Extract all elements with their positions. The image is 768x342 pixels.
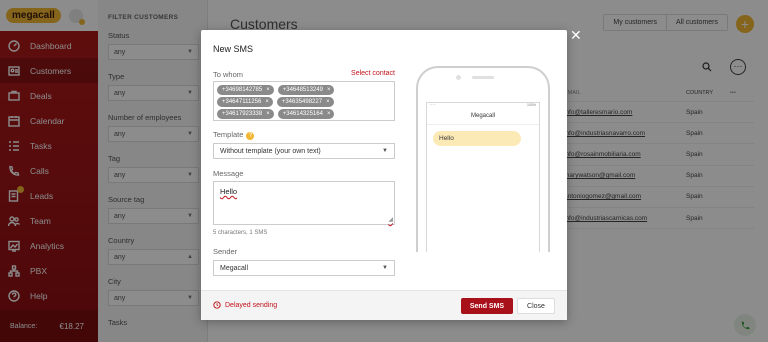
sender-select[interactable]: Megacall ▼ bbox=[213, 260, 395, 276]
template-label-row: Template? bbox=[213, 130, 255, 140]
sms-phone-preview: ····· 100% Megacall Hello bbox=[416, 66, 550, 252]
help-icon[interactable]: ? bbox=[246, 132, 255, 140]
phone-speaker-icon bbox=[472, 76, 494, 79]
recipient-chip: +34647111256 × bbox=[217, 97, 273, 107]
sender-label: Sender bbox=[213, 247, 238, 256]
chevron-down-icon: ▼ bbox=[382, 265, 388, 271]
remove-recipient-icon[interactable]: × bbox=[266, 111, 270, 117]
recipient-number: +34614325164 bbox=[282, 111, 323, 117]
message-textarea[interactable]: Hello ◢ bbox=[213, 181, 395, 225]
recipients-field[interactable]: +34698142785 × +34648513249 × +34647111256… bbox=[213, 81, 395, 121]
recipient-number: +34698142785 bbox=[222, 87, 263, 93]
recipient-chip: +34614325164 × bbox=[277, 109, 335, 119]
template-select[interactable]: Without template (your own text) ▼ bbox=[213, 143, 395, 159]
recipient-chip: +34617923338 × bbox=[217, 109, 274, 119]
template-value: Without template (your own text) bbox=[220, 147, 321, 155]
remove-recipient-icon[interactable]: × bbox=[327, 87, 331, 93]
dialog-footer: Delayed sending Send SMS Close bbox=[201, 290, 567, 320]
phone-camera-icon bbox=[456, 75, 461, 80]
preview-sender-title: Megacall bbox=[427, 109, 539, 125]
remove-recipient-icon[interactable]: × bbox=[266, 87, 270, 93]
delayed-sending-link[interactable]: Delayed sending bbox=[213, 301, 277, 309]
remove-recipient-icon[interactable]: × bbox=[327, 111, 331, 117]
dialog-title: New SMS bbox=[213, 44, 254, 54]
message-text: Hello bbox=[220, 187, 238, 196]
recipient-chip: +34635498227 × bbox=[276, 97, 334, 107]
character-counter: 5 characters, 1 SMS bbox=[213, 230, 268, 236]
phone-screen: ····· 100% Megacall Hello bbox=[426, 102, 540, 252]
recipient-number: +34648513249 bbox=[282, 87, 323, 93]
resize-handle-icon[interactable]: ◢ bbox=[388, 216, 393, 223]
delayed-sending-label: Delayed sending bbox=[225, 301, 278, 309]
recipient-number: +34647111256 bbox=[222, 99, 262, 105]
remove-recipient-icon[interactable]: × bbox=[326, 99, 330, 105]
remove-recipient-icon[interactable]: × bbox=[265, 99, 269, 105]
status-left: ····· bbox=[430, 103, 436, 107]
to-whom-label: To whom bbox=[213, 70, 244, 79]
message-label: Message bbox=[213, 169, 244, 178]
new-sms-dialog: New SMS To whom Select contact +34698142… bbox=[201, 30, 567, 320]
close-button[interactable]: Close bbox=[517, 298, 555, 314]
sender-value: Megacall bbox=[220, 264, 249, 272]
close-icon[interactable]: ✕ bbox=[570, 28, 582, 42]
template-label: Template bbox=[213, 130, 244, 139]
send-sms-button[interactable]: Send SMS bbox=[461, 298, 513, 314]
battery-level: 100% bbox=[527, 103, 536, 107]
clock-icon bbox=[213, 301, 221, 309]
recipient-number: +34635498227 bbox=[281, 99, 323, 105]
message-bubble: Hello bbox=[433, 131, 521, 146]
recipient-chip: +34698142785 × bbox=[217, 85, 274, 95]
select-contact-link[interactable]: Select contact bbox=[351, 70, 395, 77]
recipient-number: +34617923338 bbox=[222, 111, 263, 117]
recipient-chip: +34648513249 × bbox=[277, 85, 335, 95]
chevron-down-icon: ▼ bbox=[382, 148, 388, 154]
